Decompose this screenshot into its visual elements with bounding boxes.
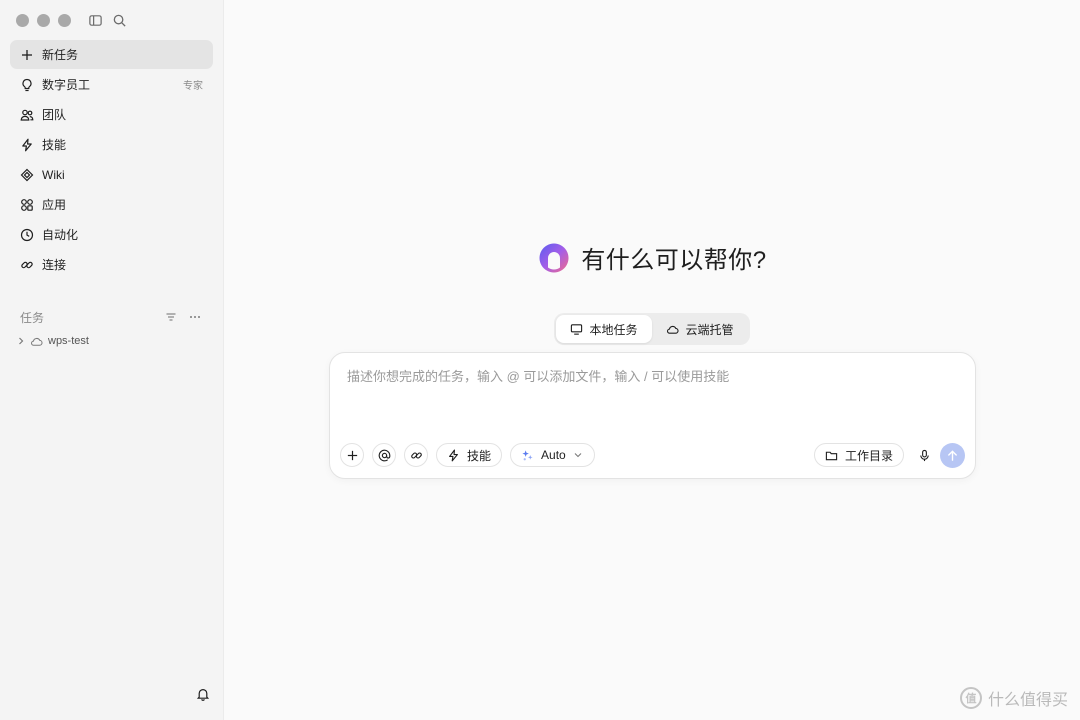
greeting: 有什么可以帮你? bbox=[224, 240, 1080, 275]
model-select[interactable]: Auto bbox=[510, 443, 595, 467]
sidebar-item-label: 连接 bbox=[42, 258, 67, 272]
tab-label: 本地任务 bbox=[589, 322, 638, 337]
zoom-window-button[interactable] bbox=[58, 13, 71, 27]
sidebar-item-label: 团队 bbox=[42, 108, 67, 122]
sidebar-item-new-task[interactable]: 新任务 bbox=[10, 40, 213, 69]
cloud-icon bbox=[666, 322, 680, 336]
sidebar-toggle-icon[interactable] bbox=[87, 12, 103, 28]
skills-button-label: 技能 bbox=[467, 448, 492, 463]
link-icon bbox=[410, 451, 422, 459]
arrow-up-icon bbox=[948, 450, 957, 461]
watermark-text: 什么值得买 bbox=[987, 692, 1068, 709]
close-window-button[interactable] bbox=[16, 13, 29, 27]
microphone-icon bbox=[919, 449, 929, 461]
cloud-icon bbox=[30, 334, 44, 348]
send-button[interactable] bbox=[940, 442, 965, 468]
sidebar-item-automation[interactable]: 自动化 bbox=[10, 220, 213, 249]
sidebar-item-label: 新任务 bbox=[42, 48, 79, 62]
title-bar bbox=[0, 0, 223, 40]
task-composer: 技能 Auto 工作目录 bbox=[329, 352, 976, 479]
search-icon[interactable] bbox=[111, 12, 127, 28]
main-panel: 有什么可以帮你? 本地任务 云端托管 描述你想完成的任务，输入 @ 可以添加文件… bbox=[224, 0, 1080, 720]
sidebar-item-digital-employee[interactable]: 数字员工 专家 bbox=[10, 70, 213, 99]
app-logo-icon bbox=[539, 243, 569, 272]
connect-button[interactable] bbox=[404, 443, 428, 467]
chevron-down-icon bbox=[574, 450, 584, 460]
greeting-title: 有什么可以帮你? bbox=[581, 247, 767, 274]
tab-label: 云端托管 bbox=[685, 322, 734, 337]
lightbulb-icon bbox=[20, 78, 34, 92]
sidebar-item-wiki[interactable]: Wiki bbox=[10, 160, 213, 189]
workdir-button-label: 工作目录 bbox=[844, 448, 893, 463]
filter-icon[interactable] bbox=[163, 309, 179, 325]
sidebar-nav: 新任务 数字员工 专家 团队 技能 Wiki 应用 自动化 连接 bbox=[0, 40, 223, 279]
apps-icon bbox=[20, 198, 34, 212]
task-item-wps-test[interactable]: wps-test bbox=[0, 329, 223, 353]
app-window: 新任务 数字员工 专家 团队 技能 Wiki 应用 自动化 连接 任务 wps-… bbox=[0, 0, 1080, 720]
microphone-button[interactable] bbox=[912, 443, 936, 467]
sidebar-item-label: 自动化 bbox=[42, 228, 79, 242]
sidebar-item-label: Wiki bbox=[42, 167, 65, 182]
wiki-icon bbox=[20, 168, 34, 182]
monitor-icon bbox=[570, 322, 584, 336]
workdir-button[interactable]: 工作目录 bbox=[813, 443, 904, 467]
watermark-logo: 值 bbox=[959, 687, 982, 709]
composer-toolbar: 技能 Auto 工作目录 bbox=[340, 442, 965, 468]
bell-icon[interactable] bbox=[195, 686, 211, 702]
sidebar-item-label: 数字员工 bbox=[42, 78, 91, 92]
tab-local-task[interactable]: 本地任务 bbox=[556, 315, 652, 343]
lightning-icon bbox=[447, 448, 461, 462]
sidebar: 新任务 数字员工 专家 团队 技能 Wiki 应用 自动化 连接 任务 wps-… bbox=[0, 0, 224, 720]
link-icon bbox=[20, 258, 34, 272]
watermark: 值 什么值得买 bbox=[959, 686, 1068, 710]
task-input[interactable] bbox=[347, 366, 957, 426]
mention-button[interactable] bbox=[372, 443, 396, 467]
chevron-right-icon[interactable] bbox=[16, 336, 26, 346]
sidebar-item-apps[interactable]: 应用 bbox=[10, 190, 213, 219]
minimize-window-button[interactable] bbox=[37, 13, 50, 27]
tasks-section-header: 任务 bbox=[0, 305, 223, 329]
tab-cloud-hosting[interactable]: 云端托管 bbox=[652, 315, 748, 343]
expert-tag: 专家 bbox=[183, 81, 203, 92]
sidebar-item-skills[interactable]: 技能 bbox=[10, 130, 213, 159]
team-icon bbox=[20, 108, 34, 122]
sidebar-item-team[interactable]: 团队 bbox=[10, 100, 213, 129]
clock-icon bbox=[20, 228, 34, 242]
skills-button[interactable]: 技能 bbox=[436, 443, 503, 467]
folder-icon bbox=[825, 448, 839, 462]
task-item-label: wps-test bbox=[48, 335, 89, 347]
mode-tabs: 本地任务 云端托管 bbox=[554, 313, 750, 345]
sidebar-item-label: 技能 bbox=[42, 138, 67, 152]
model-select-label: Auto bbox=[541, 448, 566, 462]
at-sign-icon bbox=[378, 449, 390, 461]
sparkle-icon bbox=[521, 448, 535, 462]
plus-icon bbox=[20, 48, 34, 62]
plus-icon bbox=[347, 450, 357, 460]
more-icon[interactable] bbox=[187, 309, 203, 325]
tasks-section-title: 任务 bbox=[20, 310, 45, 325]
sidebar-item-connect[interactable]: 连接 bbox=[10, 250, 213, 279]
lightning-icon bbox=[20, 138, 34, 152]
add-attachment-button[interactable] bbox=[340, 443, 364, 467]
sidebar-item-label: 应用 bbox=[42, 198, 67, 212]
